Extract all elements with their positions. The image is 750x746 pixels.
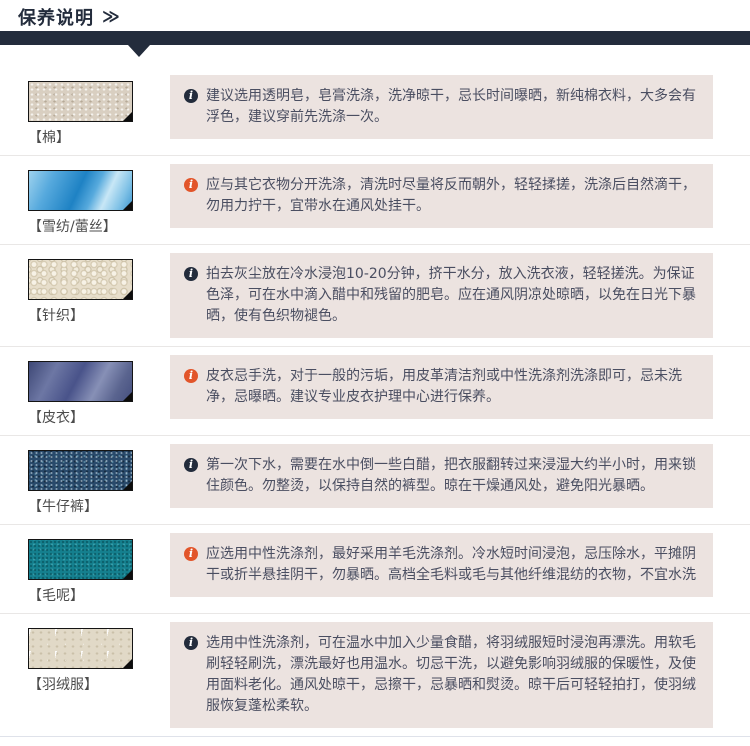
fabric-label: 【雪纺/蕾丝】 xyxy=(28,216,170,236)
leather-swatch-image xyxy=(28,361,133,402)
care-row-wool: 【毛呢】 i 应选用中性洗涤剂，最好采用羊毛洗涤剂。冷水短时间浸泡，忌压除水，平… xyxy=(0,525,750,614)
fabric-column: 【毛呢】 xyxy=(0,533,170,605)
header-divider-bar xyxy=(0,31,750,45)
fabric-label: 【皮衣】 xyxy=(28,407,170,427)
bottom-spacer xyxy=(0,737,750,746)
info-icon: i xyxy=(184,547,198,561)
knit-swatch-image xyxy=(28,259,133,300)
care-note: 皮衣忌手洗，对于一般的污垢，用皮革清洁剂或中性洗涤剂洗涤即可，忌未洗净，忌曝晒。… xyxy=(206,366,699,408)
note-column: i 皮衣忌手洗，对于一般的污垢，用皮革清洁剂或中性洗涤剂洗涤即可，忌未洗净，忌曝… xyxy=(170,355,713,427)
care-note: 应与其它衣物分开洗涤，清洗时尽量将反而朝外，轻轻揉搓，洗涤后自然滴干，勿用力拧干… xyxy=(206,175,699,217)
care-row-leather: 【皮衣】 i 皮衣忌手洗，对于一般的污垢，用皮革清洁剂或中性洗涤剂洗涤即可，忌未… xyxy=(0,347,750,436)
fabric-column: 【皮衣】 xyxy=(0,355,170,427)
note-column: i 应与其它衣物分开洗涤，清洗时尽量将反而朝外，轻轻揉搓，洗涤后自然滴干，勿用力… xyxy=(170,164,713,236)
note-column: i 应选用中性洗涤剂，最好采用羊毛洗涤剂。冷水短时间浸泡，忌压除水，平摊阴干或折… xyxy=(170,533,713,605)
care-row-down-jacket: 【羽绒服】 i 选用中性洗涤剂，可在温水中加入少量食醋，将羽绒服短时浸泡再漂洗。… xyxy=(0,614,750,737)
care-rows-list: 【棉】 i 建议选用透明皂，皂膏洗涤，洗净晾干，忌长时间曝晒，新纯棉衣料，大多会… xyxy=(0,57,750,737)
fabric-column: 【羽绒服】 xyxy=(0,622,170,728)
info-icon: i xyxy=(184,267,198,281)
info-icon: i xyxy=(184,636,198,650)
note-column: i 拍去灰尘放在冷水浸泡10-20分钟，挤干水分，放入洗衣液，轻轻搓洗。为保证色… xyxy=(170,253,713,338)
note-column: i 第一次下水，需要在水中倒一些白醋，把衣服翻转过来浸湿大约半小时，用来锁住颜色… xyxy=(170,444,713,516)
note-box: i 第一次下水，需要在水中倒一些白醋，把衣服翻转过来浸湿大约半小时，用来锁住颜色… xyxy=(170,444,713,508)
note-box: i 应与其它衣物分开洗涤，清洗时尽量将反而朝外，轻轻揉搓，洗涤后自然滴干，勿用力… xyxy=(170,164,713,228)
fabric-label: 【羽绒服】 xyxy=(28,674,170,694)
care-note: 拍去灰尘放在冷水浸泡10-20分钟，挤干水分，放入洗衣液，轻轻搓洗。为保证色泽，… xyxy=(206,264,699,327)
care-row-knit: 【针织】 i 拍去灰尘放在冷水浸泡10-20分钟，挤干水分，放入洗衣液，轻轻搓洗… xyxy=(0,245,750,347)
jeans-swatch-image xyxy=(28,450,133,491)
note-column: i 建议选用透明皂，皂膏洗涤，洗净晾干，忌长时间曝晒，新纯棉衣料，大多会有浮色，… xyxy=(170,75,713,147)
double-chevron-icon: ≫ xyxy=(102,7,120,27)
fabric-column: 【牛仔裤】 xyxy=(0,444,170,516)
fabric-label: 【棉】 xyxy=(28,127,170,147)
note-box: i 建议选用透明皂，皂膏洗涤，洗净晾干，忌长时间曝晒，新纯棉衣料，大多会有浮色，… xyxy=(170,75,713,139)
pointer-down-triangle xyxy=(128,45,150,57)
care-note: 建议选用透明皂，皂膏洗涤，洗净晾干，忌长时间曝晒，新纯棉衣料，大多会有浮色，建议… xyxy=(206,86,699,128)
info-icon: i xyxy=(184,369,198,383)
chiffon-lace-swatch-image xyxy=(28,170,133,211)
fabric-column: 【棉】 xyxy=(0,75,170,147)
fabric-column: 【针织】 xyxy=(0,253,170,338)
care-note: 选用中性洗涤剂，可在温水中加入少量食醋，将羽绒服短时浸泡再漂洗。用软毛刷轻轻刷洗… xyxy=(206,633,699,717)
info-icon: i xyxy=(184,89,198,103)
fabric-label: 【牛仔裤】 xyxy=(28,496,170,516)
fabric-label: 【毛呢】 xyxy=(28,585,170,605)
care-row-jeans: 【牛仔裤】 i 第一次下水，需要在水中倒一些白醋，把衣服翻转过来浸湿大约半小时，… xyxy=(0,436,750,525)
info-icon: i xyxy=(184,458,198,472)
section-header: 保养说明 ≫ xyxy=(0,0,750,31)
fabric-label: 【针织】 xyxy=(28,305,170,325)
care-instructions-section: 保养说明 ≫ 【棉】 i 建议选用透明皂，皂膏洗涤，洗净晾干，忌长时间曝晒，新纯… xyxy=(0,0,750,746)
info-icon: i xyxy=(184,178,198,192)
page-title: 保养说明 xyxy=(18,4,94,30)
wool-swatch-image xyxy=(28,539,133,580)
care-row-chiffon-lace: 【雪纺/蕾丝】 i 应与其它衣物分开洗涤，清洗时尽量将反而朝外，轻轻揉搓，洗涤后… xyxy=(0,156,750,245)
note-box: i 选用中性洗涤剂，可在温水中加入少量食醋，将羽绒服短时浸泡再漂洗。用软毛刷轻轻… xyxy=(170,622,713,728)
down-jacket-swatch-image xyxy=(28,628,133,669)
note-column: i 选用中性洗涤剂，可在温水中加入少量食醋，将羽绒服短时浸泡再漂洗。用软毛刷轻轻… xyxy=(170,622,713,728)
fabric-column: 【雪纺/蕾丝】 xyxy=(0,164,170,236)
note-box: i 皮衣忌手洗，对于一般的污垢，用皮革清洁剂或中性洗涤剂洗涤即可，忌未洗净，忌曝… xyxy=(170,355,713,419)
note-box: i 拍去灰尘放在冷水浸泡10-20分钟，挤干水分，放入洗衣液，轻轻搓洗。为保证色… xyxy=(170,253,713,338)
care-note: 应选用中性洗涤剂，最好采用羊毛洗涤剂。冷水短时间浸泡，忌压除水，平摊阴干或折半悬… xyxy=(206,544,699,586)
note-box: i 应选用中性洗涤剂，最好采用羊毛洗涤剂。冷水短时间浸泡，忌压除水，平摊阴干或折… xyxy=(170,533,713,597)
care-row-cotton: 【棉】 i 建议选用透明皂，皂膏洗涤，洗净晾干，忌长时间曝晒，新纯棉衣料，大多会… xyxy=(0,67,750,156)
cotton-swatch-image xyxy=(28,81,133,122)
care-note: 第一次下水，需要在水中倒一些白醋，把衣服翻转过来浸湿大约半小时，用来锁住颜色。勿… xyxy=(206,455,699,497)
